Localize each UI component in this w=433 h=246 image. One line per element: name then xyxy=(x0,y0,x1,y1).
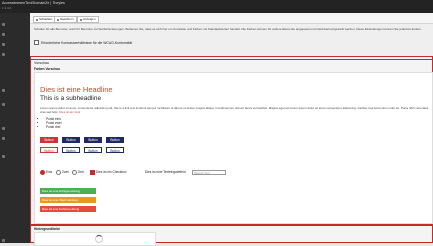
preview-list: Punkt eins Punkt zwei Punkt drei xyxy=(42,117,61,129)
dot-icon xyxy=(2,32,5,36)
toolbar: Schließen Speichern Anzeigen xyxy=(30,13,433,24)
background-color-label: Hintergrundfarbe xyxy=(34,227,61,231)
intro-text: Schalter für alle Benutzer, auch für Ben… xyxy=(34,27,422,31)
preview-button-outline-navy[interactable]: Button xyxy=(84,147,102,153)
preview-panel: Vorschau Farben Vorschau Dies ist eine H… xyxy=(30,59,433,225)
loading-spinner-icon xyxy=(95,235,103,243)
preview-button-outline-navy[interactable]: Button xyxy=(62,147,80,153)
compliance-checkbox-row[interactable]: Erforderliche Kontrastverhältnisse für d… xyxy=(34,40,132,45)
preview-checkbox[interactable]: Dies ist ein Checkbox xyxy=(90,169,127,175)
sidebar-item[interactable] xyxy=(2,87,7,93)
preview-button-outline-red[interactable]: Button xyxy=(40,147,58,153)
sidebar-item[interactable] xyxy=(2,125,7,131)
dot-icon xyxy=(2,22,5,26)
success-alert: Dies ist eine Erfolgsmeldung xyxy=(40,188,96,194)
dot-icon xyxy=(2,42,5,46)
preview-subheadline: This is a subheadline xyxy=(40,95,102,102)
sidebar-item[interactable] xyxy=(2,153,7,159)
top-bar: AccessimesenText/DomainZe | Theyles 1.3.… xyxy=(0,0,433,13)
sidebar-item[interactable] xyxy=(2,101,7,107)
preview-button-outline-navy[interactable]: Button xyxy=(106,147,124,153)
sidebar-item[interactable] xyxy=(2,237,7,243)
textfield-label: Dies ist eine Texteingabefeld xyxy=(145,170,186,174)
preview-button-red[interactable]: Button xyxy=(40,137,58,143)
save-button[interactable]: Speichern xyxy=(54,16,77,23)
radio-button[interactable] xyxy=(56,169,61,175)
eye-icon xyxy=(80,18,82,21)
dot-icon xyxy=(2,52,5,56)
sidebar-item[interactable] xyxy=(2,41,7,47)
preview-headline: Dies ist eine Headline xyxy=(40,85,113,94)
preview-button-navy[interactable]: Button xyxy=(106,137,124,143)
preview-paragraph: Lorem ipsum dolor sit amet, consectetur … xyxy=(40,106,430,114)
sidebar xyxy=(0,13,30,243)
sidebar-item[interactable] xyxy=(2,21,7,27)
sidebar-item[interactable] xyxy=(2,135,7,141)
background-color-panel: Hintergrundfarbe xyxy=(30,225,433,246)
close-icon xyxy=(36,18,38,21)
sidebar-item[interactable] xyxy=(2,51,7,57)
main-content: Schließen Speichern Anzeigen Schalter fü… xyxy=(30,13,433,246)
list-item: Punkt drei xyxy=(46,125,61,129)
compliance-checkbox[interactable] xyxy=(34,40,39,45)
preview-sublabel: Farben Vorschau xyxy=(34,67,60,71)
radio-button[interactable] xyxy=(40,169,45,175)
radio-two[interactable]: Zwei xyxy=(56,169,69,175)
save-icon xyxy=(57,18,59,21)
radio-one[interactable]: Eins xyxy=(40,169,52,175)
paragraph-link[interactable]: Dies ist ein Link xyxy=(59,110,80,114)
dot-icon xyxy=(2,102,5,106)
color-picker[interactable] xyxy=(34,232,156,246)
radio-three[interactable]: Drei xyxy=(72,169,84,175)
form-row: Eins Zwei Drei Dies ist ein Checkbox Die… xyxy=(40,169,420,175)
view-button[interactable]: Anzeigen xyxy=(77,16,99,23)
text-input[interactable]: Beispiel Text xyxy=(192,169,226,175)
close-button[interactable]: Schließen xyxy=(33,16,56,23)
radio-button[interactable] xyxy=(72,169,77,175)
dot-icon xyxy=(2,126,5,130)
compliance-label: Erforderliche Kontrastverhältnisse für d… xyxy=(41,40,133,45)
preview-card: Dies ist eine Headline This is a subhead… xyxy=(34,72,433,224)
dot-icon xyxy=(2,238,5,242)
paragraph-text: Lorem ipsum dolor sit amet, consectetur … xyxy=(40,106,429,114)
preview-label: Vorschau xyxy=(34,61,49,65)
preview-button-navy[interactable]: Button xyxy=(84,137,102,143)
dot-icon xyxy=(2,154,5,158)
app-title: AccessimesenText/DomainZe | Theyles xyxy=(2,1,65,5)
sidebar-item[interactable] xyxy=(2,31,7,37)
warning-alert: Dies ist eine Warnmeldung xyxy=(40,197,96,203)
checkbox[interactable] xyxy=(90,169,95,175)
app-version: 1.3.4.0 xyxy=(2,6,12,10)
error-alert: Dies ist eine Fehlermeldung xyxy=(40,206,96,212)
dot-icon xyxy=(2,88,5,92)
preview-button-navy[interactable]: Button xyxy=(62,137,80,143)
dot-icon xyxy=(2,136,5,140)
